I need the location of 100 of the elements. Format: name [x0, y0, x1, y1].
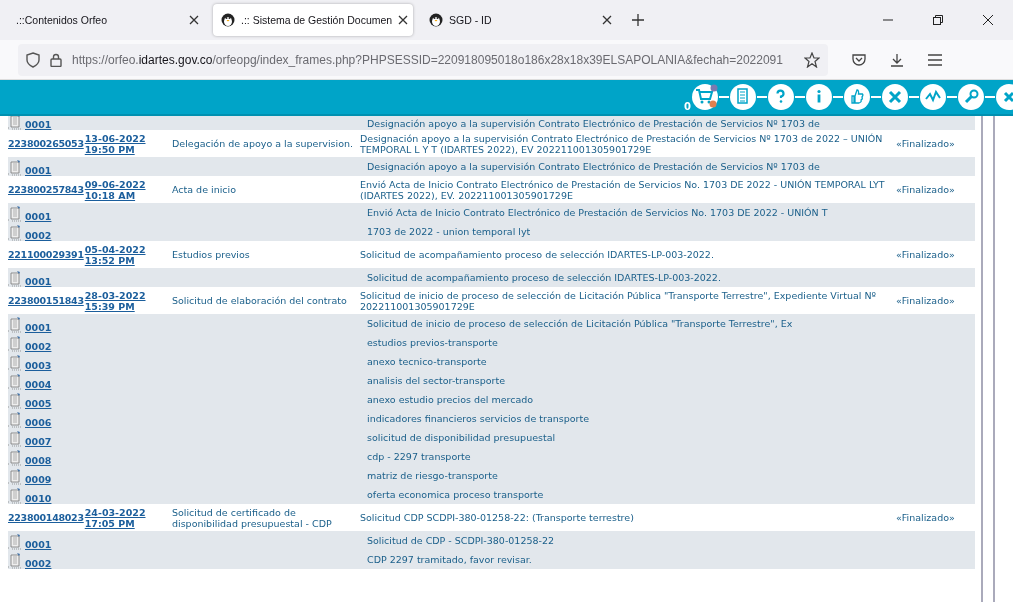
record-number-link[interactable]: 223800265053 [8, 138, 84, 149]
download-icon[interactable] [890, 52, 904, 67]
annex-number-link[interactable]: 0009 [25, 475, 52, 485]
info-icon[interactable] [805, 83, 833, 111]
annex-number-link[interactable]: 0003 [25, 361, 52, 371]
annex-number-link[interactable]: 0010 [25, 494, 52, 504]
document-icon[interactable] [8, 354, 22, 371]
annex-number-link[interactable]: 0006 [25, 418, 52, 428]
annex-number-link[interactable]: 0002 [25, 342, 52, 352]
browser-tab[interactable]: SGD - ID [421, 4, 618, 36]
thumbs-up-icon[interactable] [843, 83, 871, 111]
subject-text: Solicitud de elaboración del contrato [172, 295, 348, 306]
close-icon[interactable] [983, 15, 993, 25]
annex-number-link[interactable]: 0005 [25, 399, 52, 409]
line-chart-icon[interactable] [919, 83, 947, 111]
document-icon[interactable] [8, 552, 22, 569]
annex-description-text: Solicitud de acompañamiento proceso de selección IDARTES-LP-003-2022. [367, 272, 721, 283]
close-icon[interactable] [189, 15, 199, 25]
document-icon[interactable] [8, 205, 22, 222]
close-icon[interactable] [398, 15, 409, 25]
subject-text: Acta de inicio [172, 184, 237, 195]
date-link[interactable]: 05-04-2022 [84, 243, 146, 255]
annex-number-link[interactable]: 0001 [25, 323, 52, 333]
annex-description-text: solicitud de disponibilidad presupuestal [367, 432, 556, 443]
browser-tab[interactable]: .::Contenidos Orfeo [8, 4, 205, 36]
record-number-link[interactable]: 223800257843 [8, 184, 84, 195]
record-number-link[interactable]: 223800148023 [8, 512, 84, 523]
annex-number-link[interactable]: 0001 [25, 277, 52, 287]
record-number-link[interactable]: 223800151843 [8, 295, 84, 306]
status-text: «Finalizado» [896, 295, 955, 306]
star-icon[interactable] [804, 51, 820, 68]
annex-description-text: matriz de riesgo-transporte [367, 470, 498, 481]
annex-number-link[interactable]: 0001 [25, 212, 52, 222]
close-icon[interactable] [602, 15, 612, 25]
annex-description-text: 1703 de 2022 - union temporal lyt [367, 226, 531, 237]
annex-description-text: Designación apoyo a la supervisión Contrato Electrónico de Prestación de Servicios Nº 1703 de [367, 161, 820, 172]
document-icon[interactable] [8, 116, 22, 130]
description-text: Solicitud de acompañamiento proceso de selección IDARTES-LP-003-2022. [360, 249, 715, 260]
annex-description-text: Solicitud de CDP - SCDPI-380-01258-22 [367, 535, 555, 546]
annex-number-link[interactable]: 0004 [25, 380, 52, 390]
browser-tab[interactable]: .:: Sistema de Gestión Documen [213, 4, 413, 36]
address-field[interactable]: https://orfeo.idartes.gov.co/orfeopg/index_frames.php?PHPSESSID=220918095018o186x28x18x39ELSAPOLANIA&fechah=2022091 [18, 43, 828, 76]
document-icon[interactable] [8, 392, 22, 409]
lock-icon[interactable] [50, 52, 62, 67]
plus-icon[interactable] [632, 14, 644, 26]
date-link[interactable]: 09-06-2022 [84, 178, 146, 190]
cart-icon[interactable] [691, 83, 719, 111]
date-link[interactable]: 28-03-2022 [84, 289, 146, 301]
shield-icon[interactable] [26, 51, 40, 68]
annex-description-text: anexo estudio precios del mercado [367, 394, 534, 405]
document-icon[interactable] [8, 224, 22, 241]
menu-icon[interactable] [928, 53, 942, 66]
annex-number-link[interactable]: 0001 [25, 166, 52, 176]
document-icon[interactable] [8, 316, 22, 333]
document-list-icon[interactable] [729, 83, 757, 111]
cart-count: 0 [684, 101, 691, 112]
annex-number-link[interactable]: 0008 [25, 456, 52, 466]
document-icon[interactable] [8, 159, 22, 176]
annex-description-text: anexo tecnico-transporte [367, 356, 487, 367]
annex-description-text: oferta economica proceso transporte [367, 489, 544, 500]
description-text: Solicitud de inicio de proceso de selección de Licitación Pública "Transporte Terrestre", Expediente Virtual Nº 202211001305901729E [360, 289, 877, 312]
pocket-icon[interactable] [852, 52, 866, 67]
status-text: «Finalizado» [896, 138, 955, 149]
record-number-link[interactable]: 221100029391 [8, 249, 84, 260]
annex-description-text: indicadores financieros servicios de transporte [367, 413, 589, 424]
document-icon[interactable] [8, 411, 22, 428]
time-link[interactable]: 19:50 PM [84, 143, 146, 155]
time-link[interactable]: 17:05 PM [84, 517, 146, 529]
annex-description-text: Designación apoyo a la supervisión Contrato Electrónico de Prestación de Servicios Nº 1703 de [367, 117, 820, 129]
time-link[interactable]: 13:52 PM [84, 254, 146, 266]
annex-number-link[interactable]: 0002 [25, 231, 52, 241]
date-link[interactable]: 24-03-2022 [84, 506, 146, 518]
document-icon[interactable] [8, 487, 22, 504]
description-text: Designación apoyo a la supervisión Contrato Electrónico de Prestación de Servicios Nº 1703 de 2022 – UNIÓN TEMPORAL L Y T (IDARTES 2022), EV 202211001305901729E [360, 132, 884, 155]
subject-text: Delegación de apoyo a la supervision. [172, 138, 354, 149]
annex-description-text: cdp - 2297 transporte [367, 451, 471, 462]
restore-icon[interactable] [933, 15, 943, 25]
document-icon[interactable] [8, 533, 22, 550]
time-link[interactable]: 15:39 PM [84, 300, 146, 312]
annex-description-text: estudios previos-transporte [367, 337, 498, 348]
date-link[interactable]: 13-06-2022 [84, 132, 146, 144]
time-link[interactable]: 10:18 AM [84, 189, 146, 201]
penguin-icon[interactable] [429, 13, 443, 27]
document-icon[interactable] [8, 468, 22, 485]
subject-text: Solicitud de certificado de disponibilidad presupuestal - CDP [172, 506, 333, 529]
annex-description-text: Solicitud de inicio de proceso de selección de Licitación Pública "Transporte Terrestre", Ex [367, 318, 793, 329]
document-icon[interactable] [8, 449, 22, 466]
annex-number-link[interactable]: 0002 [25, 559, 52, 569]
annex-description-text: CDP 2297 tramitado, favor revisar. [367, 554, 532, 565]
annex-number-link[interactable]: 0001 [25, 120, 52, 130]
help-icon[interactable] [767, 83, 795, 111]
status-text: «Finalizado» [896, 184, 955, 195]
document-icon[interactable] [8, 373, 22, 390]
penguin-icon[interactable] [221, 13, 235, 27]
document-icon[interactable] [8, 335, 22, 352]
document-icon[interactable] [8, 430, 22, 447]
document-icon[interactable] [8, 270, 22, 287]
annex-number-link[interactable]: 0007 [25, 437, 52, 447]
annex-number-link[interactable]: 0001 [25, 540, 52, 550]
description-text: Envió Acta de Inicio Contrato Electrónico de Prestación de Servicios No. 1703 DE 2022 - UNIÓN TEMPORAL LYT (IDARTES 2022), EV. 202211001305901729E [360, 178, 886, 201]
